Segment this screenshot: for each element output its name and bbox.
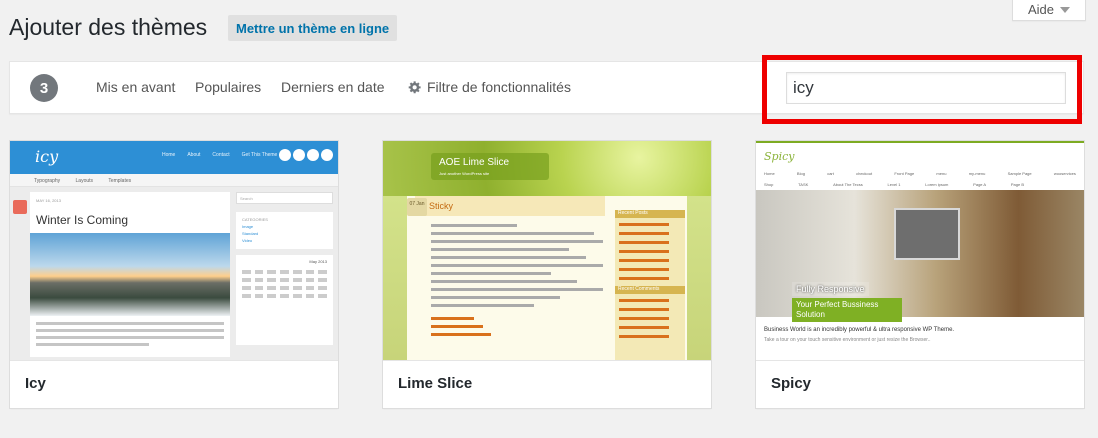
preview-nav-item: Sample Page [1007,171,1032,176]
preview-post-title: Sticky [415,196,605,216]
categories-widget: CATEGORIES Image Standard Video [236,212,333,249]
theme-card-lime-slice[interactable]: AOE Lime Slice Just another WordPress si… [382,140,712,409]
preview-logo: icy [35,147,59,166]
theme-name: Lime Slice [398,375,473,392]
preview-nav-item: Contact [212,152,230,158]
preview-nav-item: Lorem ipsum [925,182,949,187]
preview-header: icy Home About Contact Get This Theme [10,141,338,174]
preview-sidebar: Recent Posts Recent Comments [615,210,685,360]
preview-subnav: Shop TASK About The Tecss Level 1 Lorem … [764,182,1024,187]
lime-header-image: AOE Lime Slice Just another WordPress si… [383,141,711,196]
preview-nav: Home Blog cart checkout Front Page menu … [764,171,1076,176]
preview-nav: Home About Contact Get This Theme [162,152,277,158]
help-tab-button[interactable]: Aide [1012,0,1086,21]
preview-nav-item: menu [936,171,947,176]
category-links: Image Standard Video [242,224,259,243]
site-title: AOE Lime Slice [439,157,510,168]
preview-nav-item: Blog [796,171,805,176]
preview-site-title: AOE Lime Slice Just another WordPress si… [431,153,549,180]
theme-card-icy[interactable]: icy Home About Contact Get This Theme Ty… [9,140,339,409]
preview-nav-item: TASK [798,182,809,187]
calendar-title: May 2013 [309,259,327,264]
feature-filter-link[interactable]: Filtre de fonctionnalités [408,79,571,95]
filter-latest-link[interactable]: Derniers en date [281,79,385,95]
preview-caption: Business World is an incredibly powerful… [764,327,955,333]
top-accent-line [756,141,1084,143]
filter-featured-link[interactable]: Mis en avant [96,79,175,95]
preview-post: MAY 16, 2013 Winter Is Coming [30,192,230,357]
preview-nav-item: my-menu [968,171,986,176]
preview-subnav: Typography Layouts Templates [10,174,338,187]
theme-screenshot[interactable]: icy Home About Contact Get This Theme Ty… [10,141,338,361]
preview-nav-item: Shop [764,182,774,187]
social-icons [279,149,333,161]
post-date-badge: 07 Jan [407,198,427,216]
preview-logo: Spicy [764,150,795,163]
office-hero-image: Fully Responsive Your Perfect Bussiness … [756,190,1084,322]
theme-name: Icy [25,375,46,392]
preview-body: Sticky 07 Jan Recent Posts Recent Commen… [407,196,687,360]
post-format-icon [13,200,27,214]
hero-subheading: Your Perfect Bussiness Solution [792,298,902,322]
preview-nav-item: About [187,152,201,158]
theme-name: Spicy [771,375,812,392]
preview-background: AOE Lime Slice Just another WordPress si… [383,141,711,360]
preview-caption-sub: Take a tour on your touch sensitive envi… [764,337,931,343]
preview-nav-item: wooservices [1053,171,1076,176]
preview-nav-item: Page B [1010,182,1024,187]
theme-count-badge: 3 [30,74,58,102]
preview-nav-item: About The Tecss [833,182,863,187]
preview-nav-item: Level 1 [887,182,901,187]
search-input[interactable] [786,72,1066,104]
feature-filter-label: Filtre de fonctionnalités [427,79,571,95]
caret-down-icon [1060,6,1071,13]
calendar-widget: May 2013 [236,255,333,345]
hero-heading: Fully Responsive [792,282,869,296]
preview-search: Search [236,192,333,204]
preview-nav-item: cart [827,171,834,176]
preview-sidebar: Search CATEGORIES Image Standard Video M… [236,192,333,345]
site-tagline: Just another WordPress site [439,171,490,176]
window-shape [894,208,960,260]
post-excerpt-lines [36,322,224,350]
post-content-lines [431,224,603,341]
gear-icon [408,81,421,94]
preview-nav-item: Home [764,171,775,176]
theme-screenshot[interactable]: Spicy Home Blog cart checkout Front Page… [756,141,1084,361]
help-label: Aide [1027,2,1055,17]
preview-nav-item: Home [162,152,176,158]
post-meta: MAY 16, 2013 [36,198,61,203]
filter-popular-link[interactable]: Populaires [195,79,261,95]
preview-nav-item: checkout [856,171,873,176]
page-title: Ajouter des thèmes [9,14,208,40]
widget-title: Recent Posts [615,210,685,218]
preview-nav-item: Page A [973,182,987,187]
preview-nav-item: Get This Theme [241,152,278,158]
theme-screenshot[interactable]: AOE Lime Slice Just another WordPress si… [383,141,711,361]
theme-card-spicy[interactable]: Spicy Home Blog cart checkout Front Page… [755,140,1085,409]
widget-title: Recent Comments [615,286,685,294]
preview-post-title: Winter Is Coming [36,213,129,227]
upload-theme-button[interactable]: Mettre un thème en ligne [228,15,398,41]
preview-nav-item: Front Page [894,171,915,176]
landscape-photo [30,233,230,316]
preview-background: Spicy Home Blog cart checkout Front Page… [756,141,1084,360]
widget-title: CATEGORIES [242,217,268,222]
preview-body: MAY 16, 2013 Winter Is Coming Search CAT… [10,187,338,360]
